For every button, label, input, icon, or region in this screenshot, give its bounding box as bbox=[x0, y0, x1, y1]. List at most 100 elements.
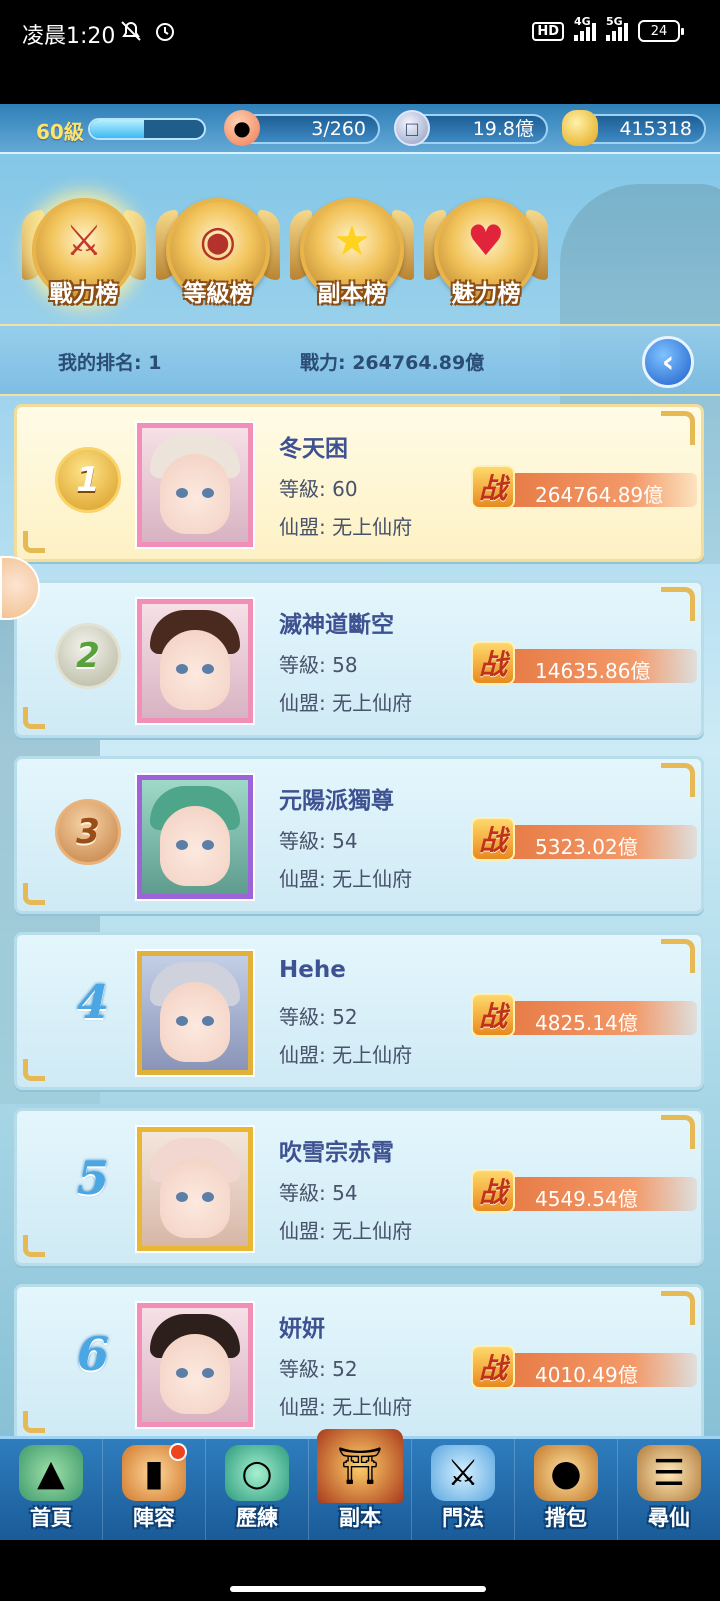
signal-4g-icon: 4G bbox=[574, 15, 596, 41]
rank-number: 1 bbox=[76, 460, 100, 500]
notification-dot bbox=[169, 1443, 187, 1461]
xp-fill bbox=[90, 120, 144, 138]
player-avatar[interactable] bbox=[137, 599, 253, 723]
ranking-row[interactable]: 3 元陽派獨尊 等級: 54 仙盟: 无上仙府 战 5323.02億 bbox=[14, 756, 704, 914]
ranking-row[interactable]: 2 滅神道斷空 等級: 58 仙盟: 无上仙府 战 14635.86億 bbox=[14, 580, 704, 738]
nav-bag[interactable]: ● 揹包 bbox=[515, 1439, 618, 1540]
nav-label: 揹包 bbox=[545, 1506, 587, 1530]
battle-power-icon: 战 bbox=[471, 641, 515, 685]
power-value: 4825.14億 bbox=[535, 1011, 638, 1035]
my-rank-bar: 我的排名: 1 戰力: 264764.89億 ‹ bbox=[0, 324, 720, 396]
tab-dungeon-ranking[interactable]: ★ 副本榜 bbox=[290, 190, 414, 314]
avatar-face bbox=[160, 982, 230, 1062]
tab-label: 副本榜 bbox=[317, 281, 387, 307]
nav-seek-immortal[interactable]: ☰ 尋仙 bbox=[618, 1439, 720, 1540]
corner-decor bbox=[661, 1115, 695, 1149]
heart-emblem-icon: ♥ bbox=[467, 215, 505, 265]
alarm-icon bbox=[156, 23, 174, 41]
corner-decor bbox=[661, 763, 695, 797]
corner-decor bbox=[661, 411, 695, 445]
ranking-row[interactable]: 6 妍妍 等級: 52 仙盟: 无上仙府 战 4010.49億 bbox=[14, 1284, 704, 1442]
player-guild: 仙盟: 无上仙府 bbox=[279, 1395, 413, 1419]
game-screen: 60級 3/260 ● 19.8億 □ 415318 ⚔ 戰力榜 ◉ 等級榜 ★… bbox=[0, 104, 720, 1540]
chevron-left-icon: ‹ bbox=[661, 344, 675, 380]
rank-medal-silver-icon: 2 bbox=[55, 623, 121, 689]
nav-sect[interactable]: ⚔ 門法 bbox=[412, 1439, 515, 1540]
corner-decor bbox=[23, 531, 45, 553]
gold-value: 415318 bbox=[619, 118, 692, 140]
net-4g-label: 4G bbox=[574, 15, 591, 28]
nav-home[interactable]: ▲ 首頁 bbox=[0, 1439, 103, 1540]
system-status-bar: 凌晨1:20 HD 4G 5G 24 bbox=[0, 0, 720, 104]
player-name: 妍妍 bbox=[279, 1316, 325, 1342]
bag-icon: ● bbox=[534, 1445, 598, 1501]
bottom-navigation: ▲ 首頁 ▮ 陣容 ○ 歷練 ⛩ 副本 ⚔ 門法 ● 揹包 ☰ 尋仙 bbox=[0, 1429, 720, 1540]
my-rank-text: 我的排名: 1 bbox=[58, 352, 162, 374]
rank-medal-bronze-icon: 3 bbox=[55, 799, 121, 865]
nav-label: 陣容 bbox=[133, 1506, 175, 1530]
tab-label: 戰力榜 bbox=[49, 281, 119, 307]
avatar-face bbox=[160, 1158, 230, 1238]
resource-bar: 60級 3/260 ● 19.8億 □ 415318 bbox=[0, 104, 720, 154]
rank-number: 2 bbox=[76, 636, 100, 676]
nav-label: 副本 bbox=[339, 1506, 381, 1530]
player-avatar[interactable] bbox=[137, 423, 253, 547]
sword-emblem-icon: ⚔ bbox=[65, 215, 103, 265]
ranking-row[interactable]: 1 冬天困 等級: 60 仙盟: 无上仙府 战 264764.89億 bbox=[14, 404, 704, 562]
tab-label: 魅力榜 bbox=[451, 281, 521, 307]
battle-power-icon: 战 bbox=[471, 465, 515, 509]
coin-icon: □ bbox=[394, 110, 430, 146]
player-avatar[interactable] bbox=[137, 1127, 253, 1251]
corner-decor bbox=[23, 1411, 45, 1433]
sword-shrine-icon: ⚔ bbox=[431, 1445, 495, 1501]
system-navigation-bar bbox=[0, 1540, 720, 1601]
gold-ingot-icon bbox=[562, 110, 598, 146]
player-name: 冬天困 bbox=[279, 436, 348, 462]
tab-charm-ranking[interactable]: ♥ 魅力榜 bbox=[424, 190, 548, 314]
corner-decor bbox=[661, 939, 695, 973]
ranking-tabs: ⚔ 戰力榜 ◉ 等級榜 ★ 副本榜 ♥ 魅力榜 bbox=[0, 190, 720, 320]
home-gesture-bar[interactable] bbox=[230, 1586, 486, 1592]
player-level: 等級: 54 bbox=[279, 829, 358, 853]
player-avatar[interactable] bbox=[137, 1303, 253, 1427]
player-guild: 仙盟: 无上仙府 bbox=[279, 691, 413, 715]
net-5g-label: 5G bbox=[606, 15, 623, 28]
rank-number: 3 bbox=[76, 812, 100, 852]
player-guild: 仙盟: 无上仙府 bbox=[279, 515, 413, 539]
player-level: 等級: 58 bbox=[279, 653, 358, 677]
nav-dungeon[interactable]: ⛩ 副本 bbox=[309, 1429, 412, 1540]
nav-label: 首頁 bbox=[30, 1506, 72, 1530]
avatar-face bbox=[160, 806, 230, 886]
silver-value: 19.8億 bbox=[472, 118, 534, 140]
corner-decor bbox=[661, 587, 695, 621]
corner-decor bbox=[23, 883, 45, 905]
battle-power-icon: 战 bbox=[471, 993, 515, 1037]
ranking-row[interactable]: 4 Hehe 等級: 52 仙盟: 无上仙府 战 4825.14億 bbox=[14, 932, 704, 1090]
nav-lineup[interactable]: ▮ 陣容 bbox=[103, 1439, 206, 1540]
rank-number: 6 bbox=[76, 1327, 109, 1381]
avatar-face bbox=[160, 454, 230, 534]
back-button[interactable]: ‹ bbox=[642, 336, 694, 388]
tab-level-ranking[interactable]: ◉ 等級榜 bbox=[156, 190, 280, 314]
player-avatar[interactable] bbox=[137, 775, 253, 899]
power-value: 14635.86億 bbox=[535, 659, 651, 683]
player-name: Hehe bbox=[279, 957, 346, 983]
player-level: 等級: 52 bbox=[279, 1357, 358, 1381]
corner-decor bbox=[23, 1059, 45, 1081]
power-value: 4010.49億 bbox=[535, 1363, 638, 1387]
corner-decor bbox=[23, 707, 45, 729]
tab-power-ranking[interactable]: ⚔ 戰力榜 bbox=[22, 190, 146, 314]
drum-emblem-icon: ◉ bbox=[199, 215, 237, 265]
nav-training[interactable]: ○ 歷練 bbox=[206, 1439, 309, 1540]
ranking-row[interactable]: 5 吹雪宗赤霄 等級: 54 仙盟: 无上仙府 战 4549.54億 bbox=[14, 1108, 704, 1266]
home-island-icon: ▲ bbox=[19, 1445, 83, 1501]
peach-icon: ● bbox=[224, 110, 260, 146]
player-avatar[interactable] bbox=[137, 951, 253, 1075]
hd-voice-badge: HD bbox=[532, 21, 564, 41]
status-time: 凌晨1:20 bbox=[22, 24, 116, 49]
status-indicators: HD 4G 5G 24 bbox=[532, 15, 684, 42]
nav-label: 歷練 bbox=[236, 1506, 278, 1530]
power-value: 264764.89億 bbox=[535, 483, 664, 507]
nav-label: 尋仙 bbox=[648, 1506, 690, 1530]
ranking-list[interactable]: 1 冬天困 等級: 60 仙盟: 无上仙府 战 264764.89億 2 滅神道… bbox=[0, 404, 720, 1444]
